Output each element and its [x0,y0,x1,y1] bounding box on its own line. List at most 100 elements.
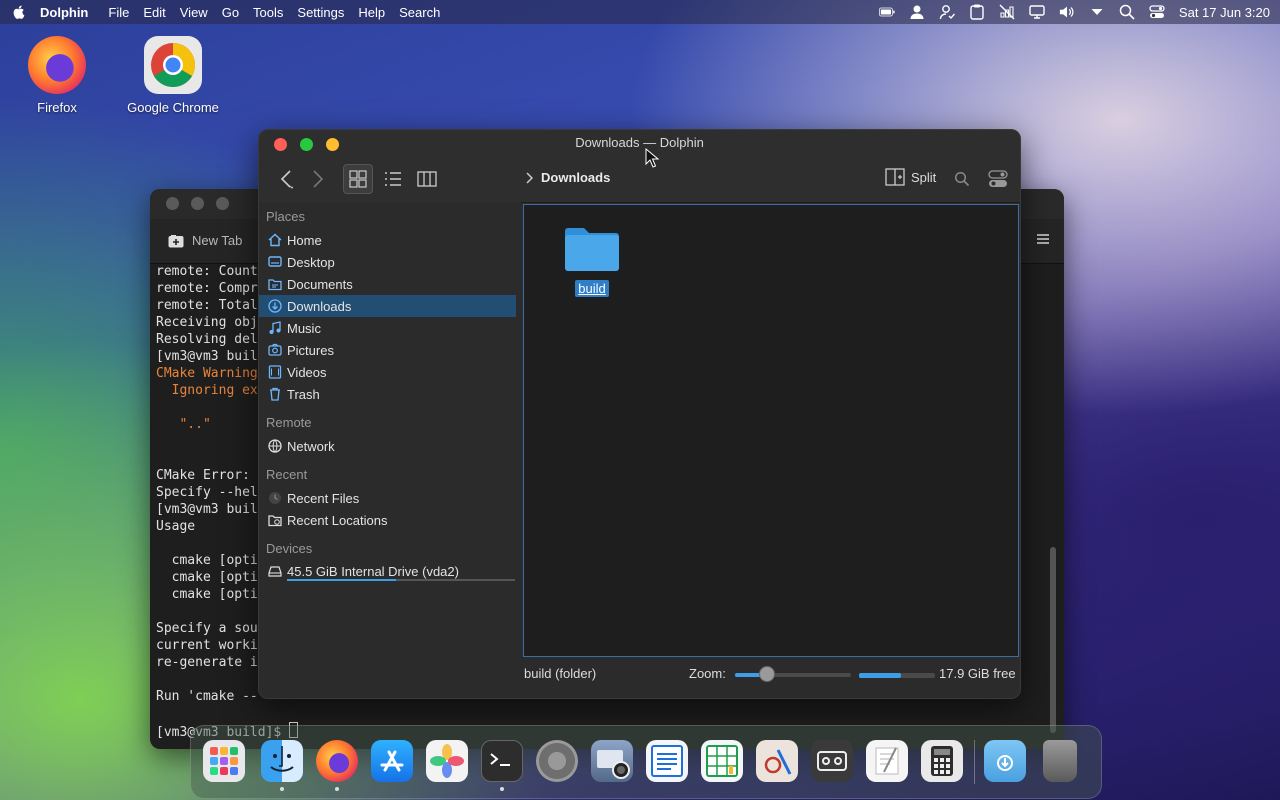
folder-icon [565,228,619,271]
sidebar-item-downloads[interactable]: Downloads [259,295,516,317]
tray-expand-chevron-down-icon[interactable] [1089,4,1105,20]
dock-media-player[interactable] [811,740,853,782]
control-center-icon[interactable] [1149,4,1165,20]
sidebar-item-home[interactable]: Home [259,229,516,251]
sidebar-item-pictures[interactable]: Pictures [259,339,516,361]
split-view-icon [885,168,905,186]
list-view-icon [385,172,401,186]
menu-settings[interactable]: Settings [297,5,344,20]
menu-edit[interactable]: Edit [143,5,165,20]
network-disconnected-icon[interactable] [999,4,1015,20]
dock-trash[interactable] [1043,740,1077,782]
battery-icon[interactable] [878,4,895,20]
free-space-bar[interactable] [859,673,935,678]
minimize-button[interactable] [326,138,339,151]
terminal-scrollbar[interactable] [1050,547,1056,733]
user-icon[interactable] [909,4,925,20]
dock-system-settings[interactable] [536,740,578,782]
file-item-build-folder[interactable]: build [560,225,624,297]
chevron-left-icon [280,170,293,189]
dolphin-window[interactable]: Downloads — Dolphin Downloads Split Plac… [258,129,1021,699]
dock-downloads-stack[interactable] [984,740,1026,782]
terminal-close-button[interactable] [166,197,179,210]
dock-separator [974,740,975,784]
details-view-button[interactable] [378,164,408,194]
columns-view-button[interactable] [412,164,442,194]
desktop-icon-firefox[interactable]: Firefox [2,36,112,115]
drive-icon [268,564,282,578]
back-button[interactable] [271,164,301,194]
menu-tools[interactable]: Tools [253,5,283,20]
display-icon[interactable] [1029,4,1045,20]
dock-writer[interactable] [646,740,688,782]
dock-screenshot[interactable] [591,740,633,782]
menu-search[interactable]: Search [399,5,440,20]
dock-calculator[interactable] [921,740,963,782]
sidebar-item-documents[interactable]: Documents [259,273,516,295]
dock-text-editor[interactable] [866,740,908,782]
apple-logo-icon[interactable] [10,3,28,21]
trash-icon [268,387,282,401]
dock-app-store[interactable] [371,740,413,782]
breadcrumb[interactable]: Downloads [525,170,610,185]
free-space-fill [859,673,901,678]
file-name[interactable]: build [575,280,609,297]
desktop-icon [268,255,282,269]
clock[interactable]: Sat 17 Jun 3:20 [1179,5,1270,20]
desktop-icon-chrome[interactable]: Google Chrome [118,36,228,115]
icons-view-button[interactable] [343,164,373,194]
dock-photos[interactable] [426,740,468,782]
sidebar-item-music[interactable]: Music [259,317,516,339]
zoom-slider-handle[interactable] [759,666,776,682]
sidebar-item-recent-locations[interactable]: Recent Locations [259,509,516,531]
dock-terminal[interactable] [481,740,523,782]
terminal-minimize-button[interactable] [191,197,204,210]
menu-help[interactable]: Help [358,5,385,20]
free-space-label: 17.9 GiB free [939,666,1016,681]
dolphin-titlebar[interactable]: Downloads — Dolphin [259,130,1020,156]
dock-finder[interactable] [261,740,303,782]
zoom-slider[interactable] [735,666,851,682]
music-icon [268,321,282,335]
dock-calc[interactable] [701,740,743,782]
split-button[interactable]: Split [885,168,936,186]
pictures-icon [268,343,282,357]
sidebar-item-videos[interactable]: Videos [259,361,516,383]
menu-go[interactable]: Go [222,5,239,20]
sidebar-item-recent-files[interactable]: Recent Files [259,487,516,509]
menu-view[interactable]: View [180,5,208,20]
maximize-button[interactable] [300,138,313,151]
finder-icon [270,746,294,772]
search-button[interactable] [947,164,977,194]
terminal-new-tab-button[interactable]: New Tab [168,233,242,248]
hamburger-menu-button[interactable] [983,164,1013,194]
home-icon [268,233,282,247]
breadcrumb-current[interactable]: Downloads [541,170,610,185]
zoom-label: Zoom: [689,666,726,681]
app-store-icon [380,750,404,772]
sidebar-item-network[interactable]: Network [259,435,516,457]
clipboard-icon[interactable] [969,4,985,20]
dock-launchpad[interactable] [203,740,245,782]
selection-info: build (folder) [524,666,597,681]
drive-usage-fill [287,579,397,581]
terminal-maximize-button[interactable] [216,197,229,210]
terminal-menu-icon[interactable] [1036,233,1052,249]
menu-file[interactable]: File [108,5,129,20]
dock-draw[interactable] [756,740,798,782]
drive-usage-bar [287,579,515,581]
menubar-app-name[interactable]: Dolphin [40,5,88,20]
desktop-icon-label: Google Chrome [127,100,219,115]
terminal-tab-label: New Tab [192,233,243,248]
user-switch-icon[interactable] [939,4,955,20]
volume-icon[interactable] [1059,4,1075,20]
sidebar-item-trash[interactable]: Trash [259,383,516,405]
drawing-icon [764,749,792,775]
file-view[interactable]: build [523,204,1019,657]
breadcrumb-chevron-icon [526,171,533,184]
dock-firefox[interactable] [316,740,358,782]
sidebar-item-desktop[interactable]: Desktop [259,251,516,273]
forward-button[interactable] [303,164,333,194]
search-icon[interactable] [1119,4,1135,20]
close-button[interactable] [274,138,287,151]
